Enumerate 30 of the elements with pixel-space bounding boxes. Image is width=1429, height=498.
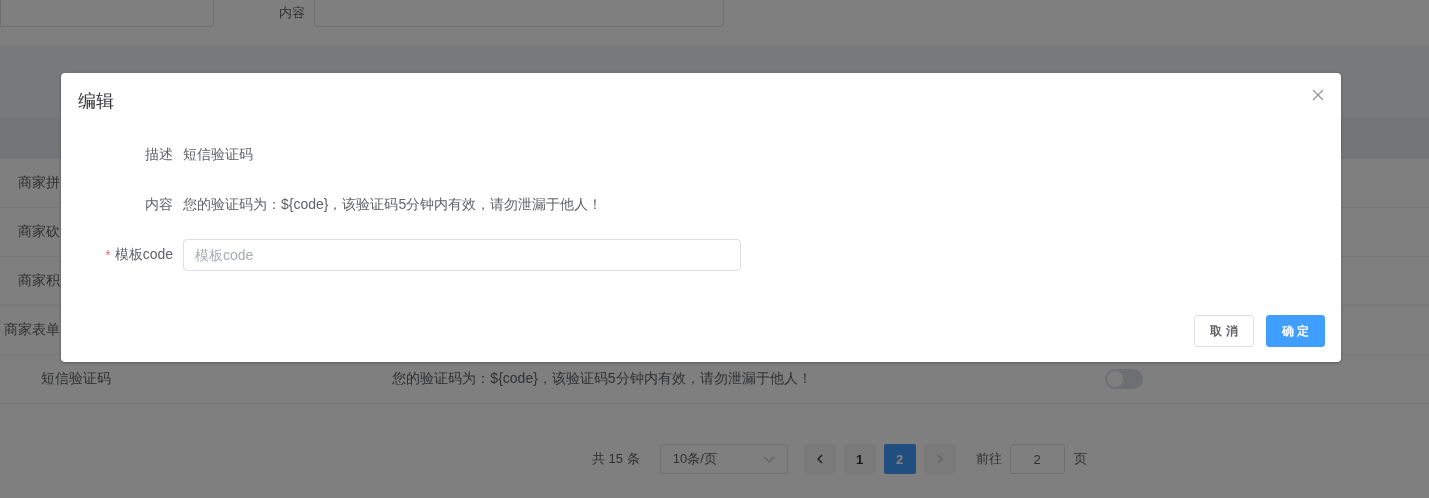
chevron-right-icon (936, 454, 943, 464)
page-size-select[interactable]: 10条/页 (659, 444, 788, 474)
total-count: 共 15 条 (592, 450, 640, 468)
table-cell: 商家拼 (18, 174, 60, 192)
field-label: 内容 (145, 196, 173, 214)
close-icon[interactable] (1312, 89, 1324, 101)
cancel-button[interactable]: 取 消 (1194, 315, 1254, 347)
confirm-button[interactable]: 确 定 (1265, 315, 1325, 347)
field-label: 描述 (145, 146, 173, 164)
page-unit: 页 (1073, 450, 1087, 468)
goto-label: 前往 (975, 450, 1002, 468)
previous-page-button[interactable] (803, 444, 836, 474)
field-label: 模板code (114, 246, 173, 264)
table-cell: 商家积 (18, 272, 60, 290)
field-value: 您的验证码为：${code}，该验证码5分钟内有效，请勿泄漏于他人！ (183, 196, 603, 214)
field-value: 短信验证码 (183, 146, 253, 164)
table-cell: 商家表单 (4, 321, 60, 339)
table-cell: 商家砍 (18, 223, 60, 241)
dialog-title: 编辑 (78, 90, 114, 113)
table-cell: 您的验证码为：${code}，该验证码5分钟内有效，请勿泄漏于他人！ (392, 370, 812, 388)
page-input[interactable]: 2 (1009, 444, 1065, 474)
chevron-left-icon (816, 454, 823, 464)
filter-label: 内容 (279, 4, 306, 22)
page-button[interactable]: 2 (883, 444, 916, 474)
template-code-input[interactable]: 模板code (183, 239, 741, 271)
required-mark: * (105, 247, 111, 263)
page-button[interactable]: 1 (843, 444, 876, 474)
next-page-button[interactable] (923, 444, 956, 474)
chevron-down-icon (762, 455, 775, 463)
table-cell: 短信验证码 (41, 370, 111, 388)
